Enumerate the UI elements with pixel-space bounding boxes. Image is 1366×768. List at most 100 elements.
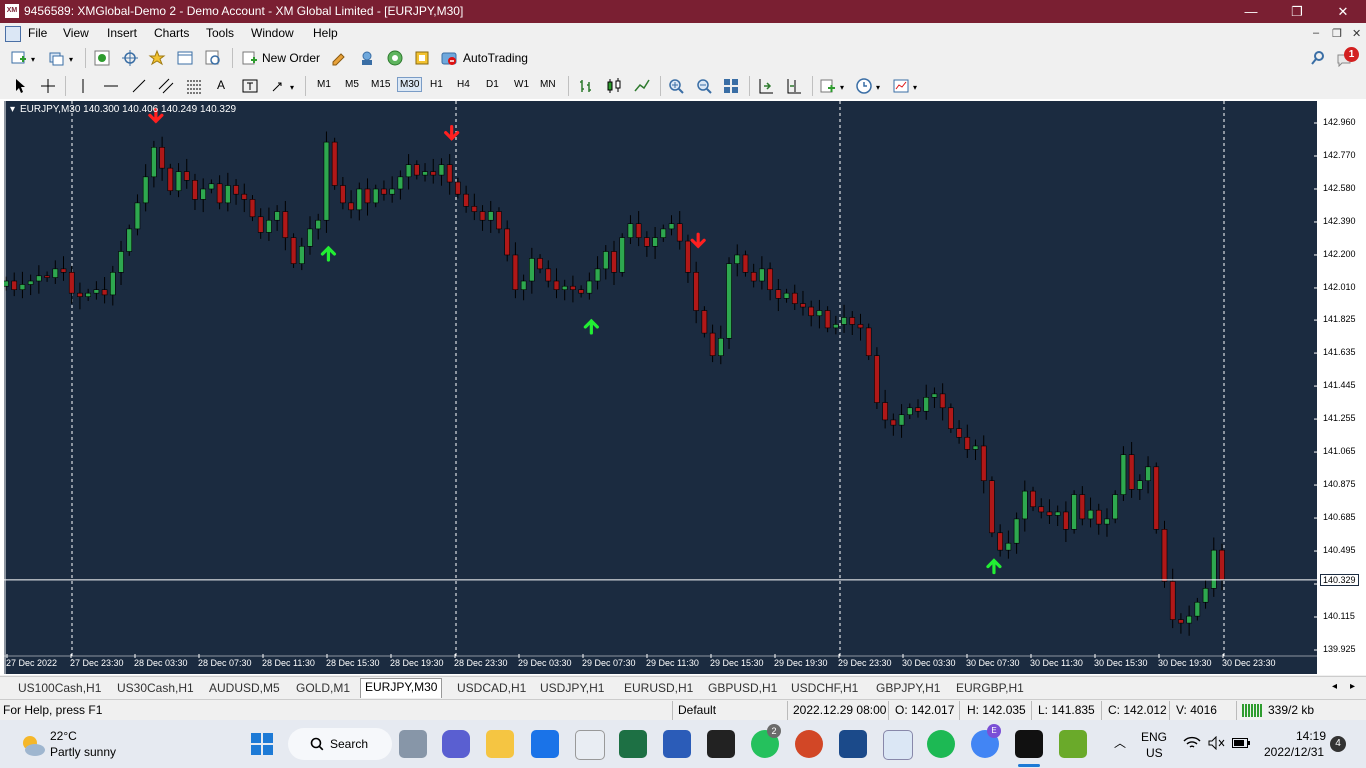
menu-tools[interactable]: Tools bbox=[206, 26, 234, 40]
timeframe-m5[interactable]: M5 bbox=[345, 79, 359, 90]
timeframe-d1[interactable]: D1 bbox=[486, 79, 499, 90]
chart-background[interactable] bbox=[4, 101, 1318, 674]
weather-widget[interactable]: 22°C Partly sunny bbox=[14, 728, 164, 762]
notification-center-badge[interactable]: 4 bbox=[1330, 736, 1346, 752]
timeframe-m30[interactable]: M30 bbox=[397, 77, 423, 92]
tab-scroll-left-icon[interactable]: ◂ bbox=[1332, 681, 1337, 692]
zoom-out-icon[interactable] bbox=[695, 77, 713, 95]
wifi-icon[interactable] bbox=[1183, 736, 1201, 750]
market-watch-icon[interactable] bbox=[93, 49, 111, 67]
tab-eurjpy-m30[interactable]: EURJPY,M30 bbox=[360, 678, 443, 698]
chart-window-icon[interactable] bbox=[5, 26, 21, 42]
menu-insert[interactable]: Insert bbox=[107, 26, 137, 40]
tray-overflow-icon[interactable]: ︿ bbox=[1114, 734, 1126, 751]
timeframe-mn[interactable]: MN bbox=[540, 79, 556, 90]
timeframe-m15[interactable]: M15 bbox=[371, 79, 390, 90]
mdi-close-button[interactable]: ✕ bbox=[1352, 27, 1361, 40]
education-app-icon[interactable] bbox=[839, 730, 867, 758]
mail-icon[interactable] bbox=[531, 730, 559, 758]
equidistant-channel-icon[interactable] bbox=[157, 77, 175, 95]
clock-time[interactable]: 14:19 bbox=[1296, 729, 1326, 743]
signals-icon[interactable] bbox=[358, 49, 376, 67]
tab-eurgbp-h1[interactable]: EURGBP,H1 bbox=[952, 680, 1028, 697]
powerpoint-icon[interactable] bbox=[795, 730, 823, 758]
favorites-icon[interactable] bbox=[148, 49, 166, 67]
task-view-icon[interactable] bbox=[399, 730, 427, 758]
maximize-button[interactable]: ❐ bbox=[1274, 0, 1320, 23]
tab-gbpjpy-h1[interactable]: GBPJPY,H1 bbox=[872, 680, 944, 697]
trendline-icon[interactable] bbox=[130, 77, 148, 95]
horizontal-line-icon[interactable] bbox=[102, 77, 120, 95]
indicators-icon[interactable] bbox=[819, 77, 837, 95]
timeframe-w1[interactable]: W1 bbox=[514, 79, 529, 90]
autoscroll-icon[interactable] bbox=[757, 77, 775, 95]
fibonacci-icon[interactable] bbox=[185, 77, 203, 95]
mdi-restore-button[interactable]: ❐ bbox=[1332, 27, 1342, 40]
dropdown-arrow-icon[interactable]: ▾ bbox=[840, 83, 844, 92]
amazon-icon[interactable] bbox=[707, 730, 735, 758]
market-icon[interactable] bbox=[386, 49, 404, 67]
timeframe-h4[interactable]: H4 bbox=[457, 79, 470, 90]
dropdown-arrow-icon[interactable]: ▾ bbox=[290, 83, 294, 92]
tab-usdchf-h1[interactable]: USDCHF,H1 bbox=[787, 680, 862, 697]
whatsapp-icon[interactable]: 2 bbox=[751, 724, 781, 758]
connection-bars-icon[interactable] bbox=[1242, 704, 1264, 717]
file-explorer-icon[interactable] bbox=[486, 730, 514, 758]
language-code[interactable]: ENG bbox=[1141, 730, 1167, 744]
tab-us30cash-h1[interactable]: US30Cash,H1 bbox=[113, 680, 198, 697]
tab-audusd-m5[interactable]: AUDUSD,M5 bbox=[205, 680, 284, 697]
menu-help[interactable]: Help bbox=[313, 26, 338, 40]
tab-scroll-right-icon[interactable]: ▸ bbox=[1350, 681, 1355, 692]
notifications-button[interactable]: 1 bbox=[1337, 47, 1359, 69]
bluestacks-icon[interactable] bbox=[1059, 730, 1087, 758]
templates-icon[interactable] bbox=[892, 77, 910, 95]
arrows-icon[interactable] bbox=[269, 77, 287, 95]
text-label-icon[interactable] bbox=[241, 77, 259, 95]
battery-icon[interactable] bbox=[1232, 738, 1250, 748]
dropdown-arrow-icon[interactable]: ▾ bbox=[31, 55, 35, 64]
chart-collapse-icon[interactable]: ▾ bbox=[10, 104, 15, 115]
dropdown-arrow-icon[interactable]: ▾ bbox=[913, 83, 917, 92]
search-icon[interactable] bbox=[1310, 50, 1326, 66]
vertical-line-icon[interactable] bbox=[74, 77, 92, 95]
tab-gbpusd-h1[interactable]: GBPUSD,H1 bbox=[704, 680, 781, 697]
candlestick-chart[interactable]: ▾ EURJPY,M30 140.300 140.406 140.249 140… bbox=[4, 101, 1318, 674]
close-button[interactable]: ✕ bbox=[1320, 0, 1366, 23]
taskbar-search[interactable]: Search bbox=[288, 728, 392, 760]
menu-file[interactable]: File bbox=[28, 26, 47, 40]
mdi-minimize-button[interactable]: – bbox=[1313, 27, 1319, 39]
terminal-icon[interactable] bbox=[176, 49, 194, 67]
tab-us100cash-h1[interactable]: US100Cash,H1 bbox=[14, 680, 105, 697]
clock-date[interactable]: 2022/12/31 bbox=[1264, 745, 1324, 759]
menu-charts[interactable]: Charts bbox=[154, 26, 189, 40]
metaeditor-icon[interactable] bbox=[330, 49, 348, 67]
menu-window[interactable]: Window bbox=[251, 26, 294, 40]
crosshair-icon[interactable] bbox=[39, 77, 57, 95]
tab-usdjpy-h1[interactable]: USDJPY,H1 bbox=[536, 680, 608, 697]
region-code[interactable]: US bbox=[1146, 746, 1163, 760]
line-chart-icon[interactable] bbox=[633, 77, 651, 95]
dropdown-arrow-icon[interactable]: ▾ bbox=[69, 55, 73, 64]
volume-muted-icon[interactable] bbox=[1208, 736, 1226, 750]
timeframe-m1[interactable]: M1 bbox=[317, 79, 331, 90]
tab-usdcad-h1[interactable]: USDCAD,H1 bbox=[453, 680, 530, 697]
periods-clock-icon[interactable] bbox=[855, 77, 873, 95]
bar-chart-icon[interactable] bbox=[577, 77, 595, 95]
menu-view[interactable]: View bbox=[63, 26, 89, 40]
vps-icon[interactable] bbox=[413, 49, 431, 67]
windows-start-icon[interactable] bbox=[251, 733, 273, 755]
crosshair-nav-icon[interactable] bbox=[121, 49, 139, 67]
chrome-icon[interactable]: E bbox=[971, 724, 1001, 758]
spotify-icon[interactable] bbox=[927, 730, 955, 758]
excel-icon[interactable] bbox=[619, 730, 647, 758]
minimize-button[interactable]: — bbox=[1228, 0, 1274, 23]
teams-chat-icon[interactable] bbox=[442, 730, 470, 758]
candlesticks-icon[interactable] bbox=[605, 77, 623, 95]
xm-terminal-icon[interactable] bbox=[1015, 730, 1043, 758]
cursor-icon[interactable] bbox=[11, 77, 29, 95]
tab-eurusd-h1[interactable]: EURUSD,H1 bbox=[620, 680, 697, 697]
stock-chart-app-icon[interactable] bbox=[883, 730, 913, 760]
new-chart-icon[interactable] bbox=[10, 49, 28, 67]
text-tool-icon[interactable]: A bbox=[217, 78, 225, 92]
strategy-tester-icon[interactable] bbox=[204, 49, 222, 67]
